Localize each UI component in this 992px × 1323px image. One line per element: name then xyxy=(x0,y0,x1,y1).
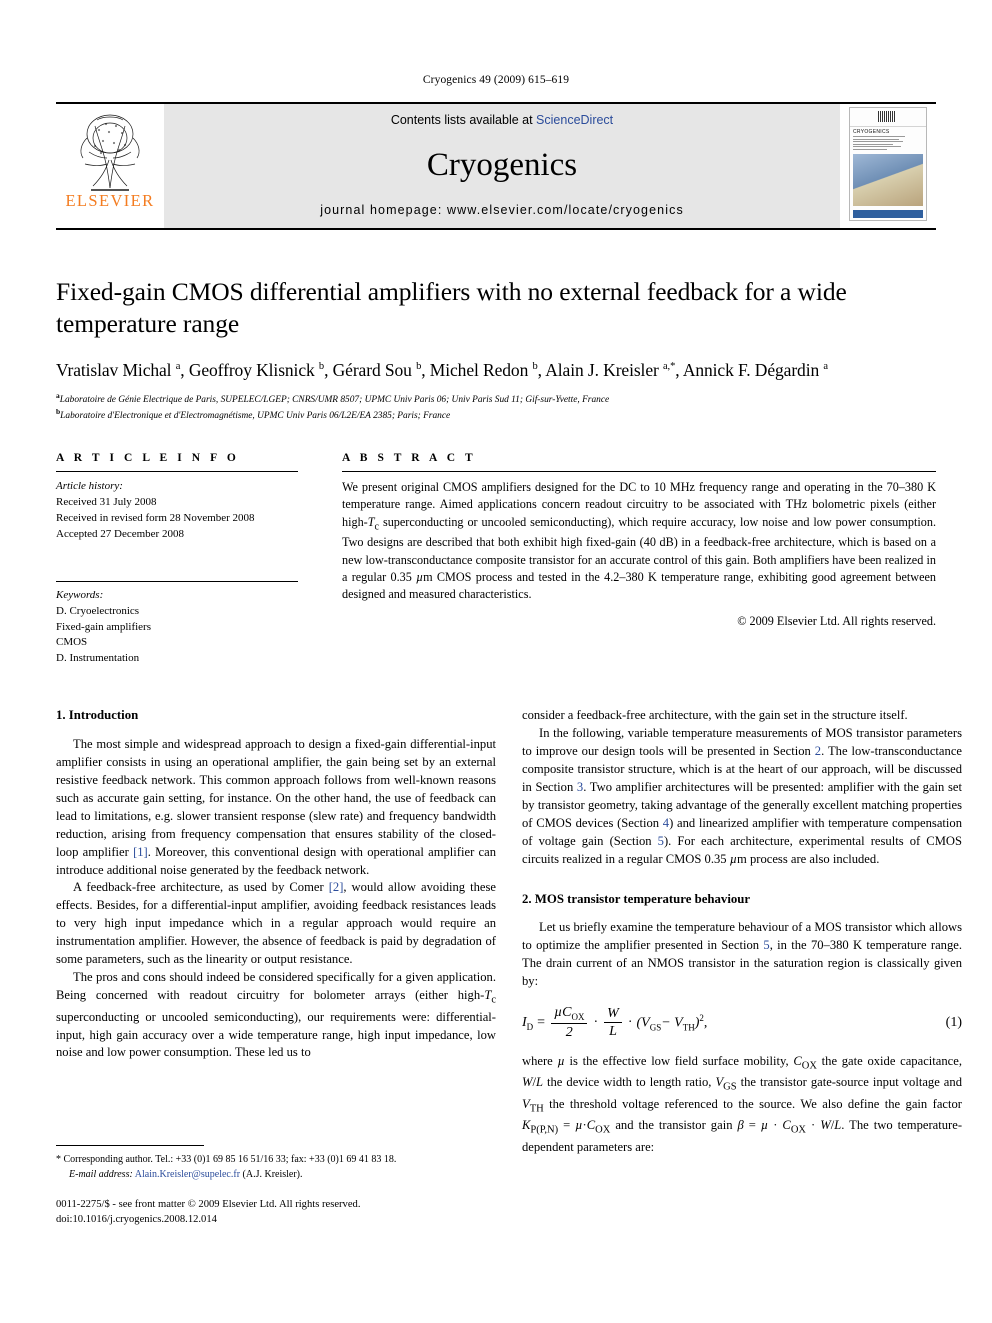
eq-equals: = xyxy=(537,1014,546,1030)
eq-fraction-1: µCOX 2 xyxy=(551,1005,588,1041)
issn-block: 0011-2275/$ - see front matter © 2009 El… xyxy=(56,1198,496,1228)
keywords-title: Keywords: xyxy=(56,588,104,601)
abstract-label: A B S T R A C T xyxy=(342,451,477,464)
doi-line: doi:10.1016/j.cryogenics.2008.12.014 xyxy=(56,1213,217,1225)
paper-page: Cryogenics 49 (2009) 615–619 ELSEVIER Co… xyxy=(0,0,992,1323)
eq-comma: , xyxy=(703,1015,708,1031)
body-columns: 1. Introduction The most simple and wide… xyxy=(56,707,962,1227)
footnote-zone: * Corresponding author. Tel.: +33 (0)1 6… xyxy=(56,1145,496,1227)
cover-footer-bar xyxy=(853,210,923,218)
paragraph: The most simple and widespread approach … xyxy=(56,736,497,877)
affiliation-list: aLaboratoire de Génie Electrique de Pari… xyxy=(56,391,936,424)
cover-header-strip xyxy=(850,108,926,127)
cover-text-lines xyxy=(850,136,926,150)
affiliation-item: aLaboratoire de Génie Electrique de Pari… xyxy=(56,391,936,407)
eq-vth-sub: TH xyxy=(682,1022,695,1033)
eq-rhs-group: (VGS− VTH)2, xyxy=(637,1013,708,1032)
email-note: E-mail address: Alain.Kreisler@supelec.f… xyxy=(56,1168,496,1182)
issn-line: 0011-2275/$ - see front matter © 2009 El… xyxy=(56,1198,361,1210)
running-head: Cryogenics 49 (2009) 615–619 xyxy=(422,74,570,86)
eq-minus-vth: − V xyxy=(661,1015,683,1031)
footnote-divider xyxy=(56,1145,204,1147)
journal-masthead: ELSEVIER Contents lists available at Sci… xyxy=(56,102,936,230)
journal-band: Contents lists available at ScienceDirec… xyxy=(164,104,840,228)
eq-fraction-2: W L xyxy=(604,1006,622,1040)
section-heading-2: 2. MOS transistor temperature behaviour xyxy=(522,891,751,906)
article-info-label: A R T I C L E I N F O xyxy=(56,451,240,464)
copyright-line: © 2009 Elsevier Ltd. All rights reserved… xyxy=(737,613,936,628)
divider xyxy=(56,470,298,472)
contents-prefix: Contents lists available at xyxy=(390,113,537,127)
paragraph: Let us briefly examine the temperature b… xyxy=(522,920,962,989)
article-history-item: Received 31 July 2008 xyxy=(56,495,157,508)
journal-cover-thumbnail: CRYOGENICS xyxy=(840,104,936,228)
equation-expression: ID = µCOX 2 · W L · (VGS− VTH)2, xyxy=(522,1005,707,1041)
journal-title: Cryogenics xyxy=(426,146,578,183)
cover-image: CRYOGENICS xyxy=(849,107,927,221)
body-column-right: consider a feedback-free architecture, w… xyxy=(522,707,962,1227)
email-suffix: (A.J. Kreisler). xyxy=(242,1168,303,1180)
eq-dot-2: · xyxy=(627,1014,633,1030)
corresponding-author-note: * Corresponding author. Tel.: +33 (0)1 6… xyxy=(56,1154,397,1166)
keywords-block: Keywords: D. Cryoelectronics Fixed-gain … xyxy=(56,580,298,668)
section-heading-1: 1. Introduction xyxy=(56,708,139,723)
equation-1: ID = µCOX 2 · W L · (VGS− VTH)2, (1) xyxy=(522,1005,962,1041)
paragraph: consider a feedback-free architecture, w… xyxy=(522,708,908,723)
abstract-text: We present original CMOS amplifiers desi… xyxy=(342,479,936,602)
contents-available-line: Contents lists available at ScienceDirec… xyxy=(391,113,613,127)
affiliation-item: bLaboratoire d'Electronique et d'Electro… xyxy=(56,407,936,423)
author-list: Vratislav Michal a, Geoffroy Klisnick b,… xyxy=(56,360,828,381)
eq-frac2-den: L xyxy=(609,1024,617,1040)
eq-frac1-num-text: µC xyxy=(554,1005,572,1021)
cover-journal-name: CRYOGENICS xyxy=(853,129,890,135)
abstract-column: A B S T R A C T We present original CMOS… xyxy=(342,452,936,667)
sciencedirect-link[interactable]: ScienceDirect xyxy=(536,113,613,127)
affiliation-text: Laboratoire de Génie Electrique de Paris… xyxy=(59,395,610,406)
barcode-icon xyxy=(878,111,896,122)
divider xyxy=(56,580,298,582)
keyword-item: D. Cryoelectronics xyxy=(56,604,140,617)
paragraph: In the following, variable temperature m… xyxy=(522,726,963,866)
eq-frac2-num: W xyxy=(604,1006,622,1024)
article-history-item: Received in revised form 28 November 200… xyxy=(56,511,255,524)
keyword-item: D. Instrumentation xyxy=(56,652,140,665)
journal-homepage-link[interactable]: journal homepage: www.elsevier.com/locat… xyxy=(320,203,684,217)
paragraph: A feedback-free architecture, as used by… xyxy=(56,880,496,967)
paragraph: The pros and cons should indeed be consi… xyxy=(56,970,496,1060)
email-link[interactable]: Alain.Kreisler@supelec.fr xyxy=(135,1169,240,1180)
info-abstract-region: A R T I C L E I N F O Article history: R… xyxy=(56,452,936,667)
page-title: Fixed-gain CMOS differential amplifiers … xyxy=(56,277,847,338)
keyword-item: CMOS xyxy=(56,636,88,649)
article-info-column: A R T I C L E I N F O Article history: R… xyxy=(56,452,298,667)
body-column-left: 1. Introduction The most simple and wide… xyxy=(56,707,496,1227)
eq-vgs-sub: GS xyxy=(649,1022,662,1033)
affiliation-text: Laboratoire d'Electronique et d'Electrom… xyxy=(60,411,451,422)
eq-frac1-num: µCOX xyxy=(551,1005,588,1025)
divider xyxy=(342,470,936,472)
paragraph: where µ is the effective low field surfa… xyxy=(522,1053,963,1154)
eq-frac1-num-sub: OX xyxy=(571,1011,585,1022)
elsevier-wordmark: ELSEVIER xyxy=(65,191,155,210)
eq-lhs-sub: D xyxy=(526,1021,534,1032)
eq-dot-1: · xyxy=(593,1014,599,1030)
eq-frac1-den: 2 xyxy=(565,1025,573,1041)
cover-photo xyxy=(853,154,923,206)
eq-vgs: (V xyxy=(636,1015,650,1031)
keyword-item: Fixed-gain amplifiers xyxy=(56,620,152,633)
elsevier-logo: ELSEVIER xyxy=(56,104,164,228)
email-label: E-mail address: xyxy=(69,1168,133,1180)
elsevier-tree-icon xyxy=(73,108,147,192)
equation-number: (1) xyxy=(945,1014,962,1030)
article-history-title: Article history: xyxy=(56,479,123,492)
article-history-item: Accepted 27 December 2008 xyxy=(56,527,184,540)
